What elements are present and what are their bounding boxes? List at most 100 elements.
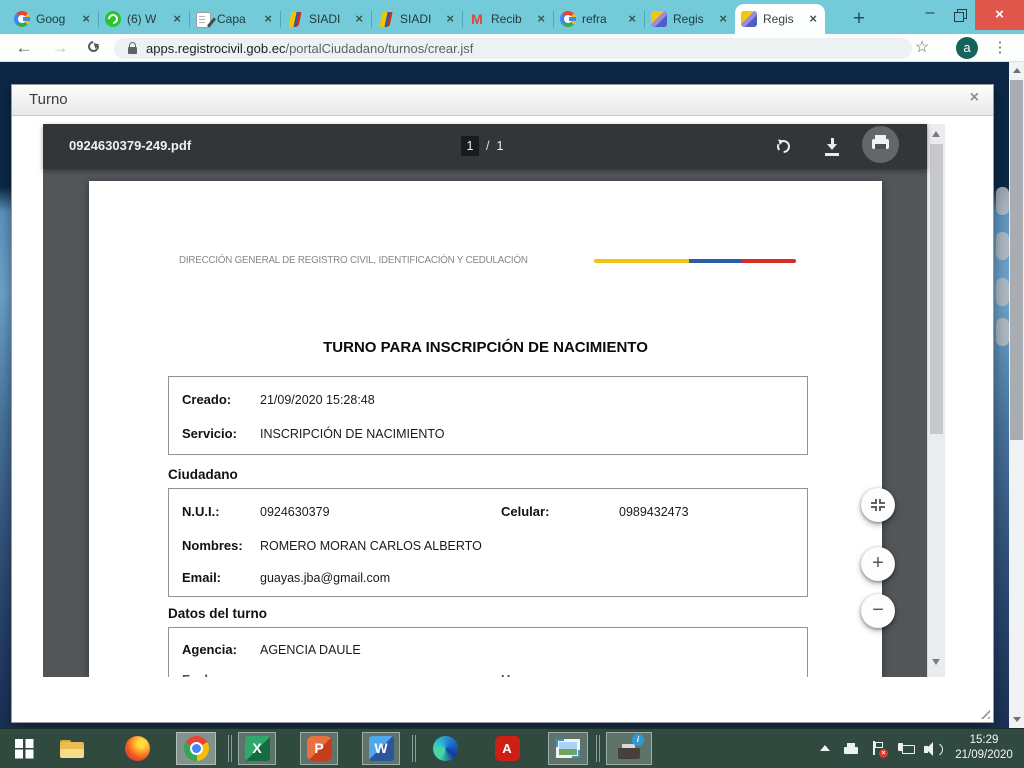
tab-registro-civil-active[interactable]: Regis × bbox=[735, 4, 825, 34]
snipping-tool-button[interactable] bbox=[548, 732, 588, 765]
pdf-scroll-down-arrow-icon[interactable] bbox=[932, 659, 940, 665]
checklist-favicon-icon bbox=[196, 12, 211, 28]
tab-refranes[interactable]: refra × bbox=[554, 4, 644, 34]
desktop-screen: Goog × (6) W × Capa × SIADI × SIADI bbox=[0, 0, 1024, 768]
printer-icon bbox=[872, 139, 889, 149]
document-letterhead: DIRECCIÓN GENERAL DE REGISTRO CIVIL, IDE… bbox=[179, 254, 528, 266]
restore-window-button[interactable] bbox=[946, 8, 974, 28]
tray-volume-icon[interactable] bbox=[924, 742, 944, 757]
new-tab-button[interactable]: + bbox=[846, 6, 872, 32]
tab-close-icon[interactable]: × bbox=[444, 12, 456, 26]
edge-button[interactable] bbox=[426, 732, 464, 765]
tab-siad-1[interactable]: SIADI × bbox=[281, 4, 371, 34]
profile-avatar[interactable]: a bbox=[956, 37, 978, 59]
creado-value: 21/09/2020 15:28:48 bbox=[260, 393, 375, 407]
email-label: Email: bbox=[182, 570, 221, 585]
tab-label: Regis bbox=[763, 12, 803, 26]
forward-button[interactable]: → bbox=[46, 34, 74, 62]
acrobat-button[interactable] bbox=[488, 732, 526, 765]
tab-registro-civil-1[interactable]: Regis × bbox=[645, 4, 735, 34]
download-icon[interactable] bbox=[816, 131, 848, 163]
pdf-page-separator: / bbox=[486, 139, 489, 153]
tab-label: SIADI bbox=[400, 12, 440, 26]
taskbar-clock[interactable]: 15:29 21/09/2020 bbox=[948, 733, 1020, 763]
tab-close-icon[interactable]: × bbox=[353, 12, 365, 26]
tray-action-center-flag-icon[interactable] bbox=[871, 741, 887, 757]
excel-icon bbox=[245, 736, 270, 761]
word-button[interactable] bbox=[362, 732, 400, 765]
close-window-button[interactable]: × bbox=[975, 0, 1024, 30]
word-icon bbox=[369, 736, 394, 761]
fit-to-page-button[interactable] bbox=[861, 488, 895, 522]
servicio-value: INSCRIPCIÓN DE NACIMIENTO bbox=[260, 427, 445, 441]
background-pill bbox=[996, 318, 1009, 346]
tab-close-icon[interactable]: × bbox=[717, 12, 729, 26]
start-button[interactable] bbox=[6, 732, 42, 765]
creado-label: Creado: bbox=[182, 392, 231, 407]
bookmark-star-icon[interactable]: ☆ bbox=[908, 34, 936, 62]
tab-close-icon[interactable]: × bbox=[807, 12, 819, 26]
printer-queue-button[interactable] bbox=[606, 732, 652, 765]
browser-menu-icon[interactable]: ⋮ bbox=[988, 34, 1012, 62]
pdf-scroll-up-arrow-icon[interactable] bbox=[932, 131, 940, 137]
tab-close-icon[interactable]: × bbox=[80, 12, 92, 26]
registro-civil-favicon-icon bbox=[651, 11, 667, 27]
powerpoint-button[interactable] bbox=[300, 732, 338, 765]
pdf-document-page: DIRECCIÓN GENERAL DE REGISTRO CIVIL, IDE… bbox=[89, 181, 882, 677]
tray-network-icon[interactable] bbox=[898, 742, 916, 756]
datos-turno-heading: Datos del turno bbox=[168, 606, 267, 621]
url-path: /portalCiudadano/turnos/crear.jsf bbox=[285, 41, 473, 56]
tab-siad-2[interactable]: SIADI × bbox=[372, 4, 462, 34]
address-bar[interactable]: apps.registrocivil.gob.ec/portalCiudadan… bbox=[114, 38, 912, 59]
zoom-in-button[interactable]: + bbox=[861, 547, 895, 581]
tab-close-icon[interactable]: × bbox=[535, 12, 547, 26]
file-explorer-button[interactable] bbox=[54, 732, 90, 765]
firefox-button[interactable] bbox=[118, 732, 156, 765]
browser-toolbar: ← → apps.registrocivil.gob.ec/portalCiud… bbox=[0, 34, 1024, 62]
chrome-button[interactable] bbox=[176, 732, 216, 765]
reload-button[interactable] bbox=[86, 39, 101, 54]
dialog-resize-handle[interactable] bbox=[977, 706, 990, 719]
back-button[interactable]: ← bbox=[10, 34, 38, 62]
rotate-icon[interactable] bbox=[768, 131, 800, 163]
excel-button[interactable] bbox=[238, 732, 276, 765]
tab-capacitacion[interactable]: Capa × bbox=[190, 4, 280, 34]
taskbar-separator bbox=[412, 735, 413, 762]
tray-printer-icon[interactable] bbox=[843, 743, 859, 756]
tab-label: refra bbox=[582, 12, 622, 26]
pdf-current-page-input[interactable]: 1 bbox=[461, 136, 479, 156]
pdf-scrollbar-thumb[interactable] bbox=[930, 144, 943, 434]
tab-whatsapp[interactable]: (6) W × bbox=[99, 4, 189, 34]
email-value: guayas.jba@gmail.com bbox=[260, 571, 390, 585]
tab-label: Capa bbox=[217, 12, 257, 26]
tab-close-icon[interactable]: × bbox=[626, 12, 638, 26]
pdf-scrollbar[interactable] bbox=[927, 124, 945, 677]
tab-close-icon[interactable]: × bbox=[262, 12, 274, 26]
scroll-down-arrow-icon[interactable] bbox=[1013, 717, 1021, 722]
tray-show-hidden-icons-icon[interactable] bbox=[820, 745, 830, 751]
whatsapp-favicon-icon bbox=[105, 11, 121, 27]
dialog-title: Turno bbox=[29, 91, 68, 108]
tab-google[interactable]: Goog × bbox=[8, 4, 98, 34]
creation-info-box bbox=[168, 376, 808, 455]
tab-close-icon[interactable]: × bbox=[171, 12, 183, 26]
ecuador-ribbon-favicon-icon bbox=[288, 12, 301, 27]
folder-icon bbox=[60, 740, 84, 758]
ecuador-flag-line bbox=[594, 259, 796, 263]
ecuador-ribbon-favicon-icon bbox=[379, 12, 392, 27]
agencia-label: Agencia: bbox=[182, 642, 237, 657]
print-button[interactable] bbox=[862, 126, 899, 163]
dialog-close-icon[interactable]: × bbox=[970, 89, 979, 107]
tab-gmail[interactable]: Recib × bbox=[463, 4, 553, 34]
scrollbar-thumb[interactable] bbox=[1010, 80, 1023, 440]
zoom-out-button[interactable]: − bbox=[861, 594, 895, 628]
nui-value: 0924630379 bbox=[260, 505, 330, 519]
agencia-value: AGENCIA DAULE bbox=[260, 643, 361, 657]
tabs-container: Goog × (6) W × Capa × SIADI × SIADI bbox=[8, 4, 825, 34]
dialog-header[interactable]: Turno × bbox=[12, 85, 993, 116]
browser-scrollbar[interactable] bbox=[1009, 62, 1024, 728]
url-text: apps.registrocivil.gob.ec/portalCiudadan… bbox=[146, 41, 473, 56]
padlock-icon[interactable] bbox=[128, 47, 137, 54]
minimize-window-button[interactable]: – bbox=[916, 0, 944, 30]
scroll-up-arrow-icon[interactable] bbox=[1013, 68, 1021, 73]
